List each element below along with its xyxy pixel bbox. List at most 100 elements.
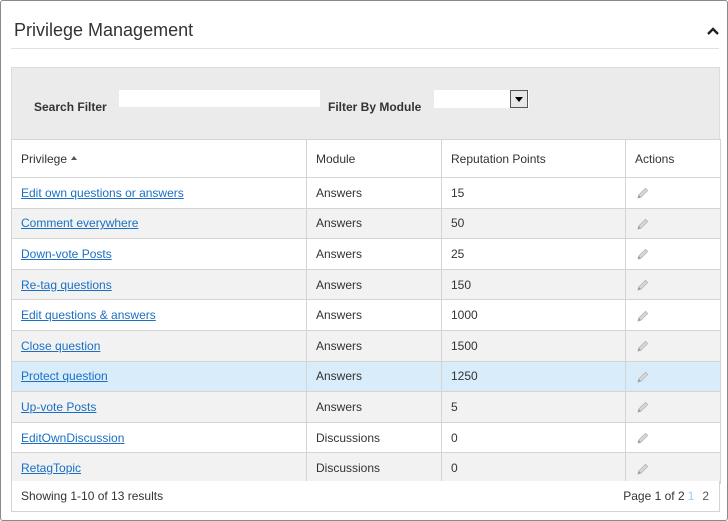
table-row[interactable]: Up-vote Posts Answers 5	[11, 391, 721, 423]
reputation-points-cell: 1500	[441, 329, 626, 362]
actions-cell	[625, 177, 721, 209]
module-cell: Answers	[306, 360, 442, 393]
filter-bar: Search Filter Filter By Module	[11, 67, 720, 140]
pencil-edit-icon[interactable]	[636, 247, 650, 261]
module-cell: Answers	[306, 391, 442, 423]
pencil-edit-icon[interactable]	[636, 309, 650, 323]
module-cell: Discussions	[306, 452, 442, 484]
reputation-points-cell: 0	[441, 452, 626, 484]
privilege-link[interactable]: Up-vote Posts	[21, 400, 96, 414]
actions-cell	[625, 421, 721, 454]
privilege-cell: Close question	[11, 329, 307, 362]
search-filter-input[interactable]	[119, 90, 320, 107]
table-row[interactable]: Down-vote Posts Answers 25	[11, 238, 721, 270]
results-summary: Showing 1-10 of 13 results	[21, 489, 164, 503]
column-header-reputation-points[interactable]: Reputation Points	[441, 139, 626, 178]
column-header-label: Module	[316, 151, 356, 166]
table-row[interactable]: Edit own questions or answers Answers 15	[11, 177, 721, 209]
pencil-edit-icon[interactable]	[636, 278, 650, 292]
actions-cell	[625, 207, 721, 240]
actions-cell	[625, 391, 721, 423]
pencil-edit-icon[interactable]	[636, 217, 650, 231]
module-filter-select[interactable]	[434, 90, 529, 108]
filter-by-module-label: Filter By Module	[328, 100, 422, 114]
privilege-link[interactable]: Down-vote Posts	[21, 247, 112, 261]
privilege-management-panel: Privilege Management Search Filter Filte…	[0, 0, 728, 521]
privilege-cell: Edit own questions or answers	[11, 177, 307, 209]
actions-cell	[625, 452, 721, 484]
privilege-link[interactable]: Edit own questions or answers	[21, 186, 184, 200]
privilege-cell: Re-tag questions	[11, 268, 307, 301]
pencil-edit-icon[interactable]	[636, 431, 650, 445]
actions-cell	[625, 329, 721, 362]
reputation-points-cell: 1000	[441, 299, 626, 331]
privilege-link[interactable]: RetagTopic	[21, 461, 81, 475]
table-footer: Showing 1-10 of 13 results Page 1 of 212	[11, 481, 720, 512]
module-cell: Discussions	[306, 421, 442, 454]
panel-title: Privilege Management	[14, 20, 194, 40]
module-select-value	[434, 90, 510, 108]
reputation-points-cell: 25	[441, 238, 626, 270]
table-row[interactable]: Protect question Answers 1250	[11, 360, 721, 393]
column-header-actions: Actions	[625, 139, 721, 178]
privilege-link[interactable]: Comment everywhere	[21, 216, 138, 230]
privilege-cell: Comment everywhere	[11, 207, 307, 240]
column-header-label: Privilege	[21, 151, 68, 166]
module-cell: Answers	[306, 238, 442, 270]
module-cell: Answers	[306, 207, 442, 240]
privilege-cell: Protect question	[11, 360, 307, 393]
reputation-points-cell: 1250	[441, 360, 626, 393]
table-row[interactable]: Comment everywhere Answers 50	[11, 207, 721, 240]
actions-cell	[625, 238, 721, 270]
privilege-cell: Up-vote Posts	[11, 391, 307, 423]
table-row[interactable]: EditOwnDiscussion Discussions 0	[11, 421, 721, 454]
table-row[interactable]: Re-tag questions Answers 150	[11, 268, 721, 301]
privilege-link[interactable]: Close question	[21, 339, 100, 353]
search-filter-label: Search Filter	[34, 100, 107, 114]
table-body: Edit own questions or answers Answers 15 Co…	[11, 177, 721, 484]
privilege-cell: Down-vote Posts	[11, 238, 307, 270]
column-header-label: Reputation Points	[451, 151, 546, 166]
table-row[interactable]: Edit questions & answers Answers 1000	[11, 299, 721, 331]
pencil-edit-icon[interactable]	[636, 400, 650, 414]
privilege-link[interactable]: Protect question	[21, 369, 108, 383]
module-cell: Answers	[306, 329, 442, 362]
privilege-cell: Edit questions & answers	[11, 299, 307, 331]
pencil-edit-icon[interactable]	[636, 462, 650, 476]
panel-header: Privilege Management	[1, 1, 727, 49]
reputation-points-cell: 15	[441, 177, 626, 209]
pencil-edit-icon[interactable]	[636, 339, 650, 353]
privilege-link[interactable]: EditOwnDiscussion	[21, 431, 124, 445]
select-arrow-button[interactable]	[510, 90, 528, 108]
privilege-cell: RetagTopic	[11, 452, 307, 484]
privileges-table: Privilege Module Reputation Points Actio…	[11, 139, 721, 484]
sort-ascending-icon	[71, 156, 78, 161]
pager: Page 1 of 212	[623, 489, 709, 503]
pager-current-page: 1	[687, 489, 695, 503]
reputation-points-cell: 50	[441, 207, 626, 240]
column-header-privilege[interactable]: Privilege	[11, 139, 307, 178]
table-row[interactable]: RetagTopic Discussions 0	[11, 452, 721, 484]
column-header-module[interactable]: Module	[306, 139, 442, 178]
table-header-row: Privilege Module Reputation Points Actio…	[11, 139, 721, 178]
reputation-points-cell: 150	[441, 268, 626, 301]
pager-page-2-link[interactable]: 2	[702, 489, 709, 503]
privilege-link[interactable]: Edit questions & answers	[21, 308, 156, 322]
module-cell: Answers	[306, 299, 442, 331]
privilege-link[interactable]: Re-tag questions	[21, 278, 112, 292]
column-header-label: Actions	[635, 151, 675, 166]
actions-cell	[625, 299, 721, 331]
pencil-edit-icon[interactable]	[636, 370, 650, 384]
reputation-points-cell: 0	[441, 421, 626, 454]
actions-cell	[625, 268, 721, 301]
privilege-cell: EditOwnDiscussion	[11, 421, 307, 454]
actions-cell	[625, 360, 721, 393]
module-cell: Answers	[306, 177, 442, 209]
page-indicator: Page 1 of 2	[623, 489, 685, 503]
module-cell: Answers	[306, 268, 442, 301]
header-divider	[11, 48, 719, 49]
chevron-up-icon[interactable]	[707, 27, 719, 35]
table-row[interactable]: Close question Answers 1500	[11, 329, 721, 362]
caret-down-icon	[515, 97, 523, 102]
pencil-edit-icon[interactable]	[636, 186, 650, 200]
